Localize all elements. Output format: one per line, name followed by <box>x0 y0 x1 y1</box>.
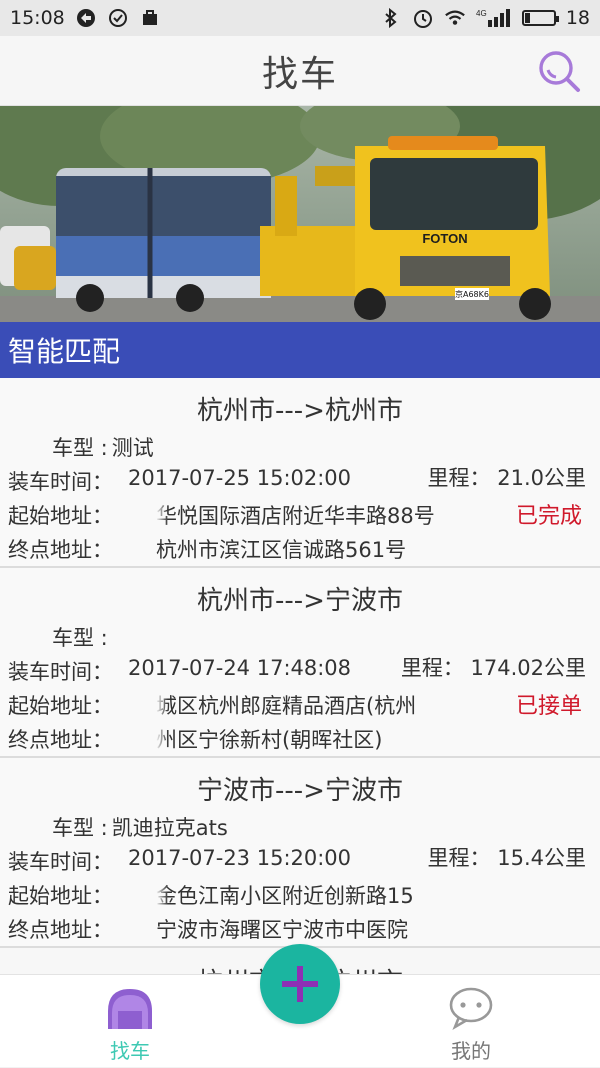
start-addr-row: 起始地址： 华悦国际酒店附近华丰路88号 <box>8 500 448 530</box>
svg-text:FOTON: FOTON <box>422 231 467 246</box>
start-addr-label: 起始地址 <box>8 884 92 908</box>
separator-colon: ： <box>469 846 491 870</box>
status-badge: 已完成 <box>515 504 582 529</box>
load-time-row: 装车时间： 2017-07-24 17:48:08 <box>8 656 351 686</box>
separator-colon: ： <box>92 694 113 718</box>
start-addr-label: 起始地址 <box>8 504 92 528</box>
separator-colon: : <box>94 436 108 460</box>
status-bar: 15:08 4G 18 <box>0 0 600 36</box>
add-button[interactable] <box>260 944 340 1024</box>
mileage-value: 15.4公里 <box>497 846 586 870</box>
load-time-value: 2017-07-23 15:20:00 <box>128 846 352 870</box>
mileage-row: 里程： 15.4公里 <box>428 842 586 872</box>
mileage-label: 里程 <box>400 656 443 680</box>
app-bar: 找车 <box>0 36 600 106</box>
end-addr-row: 终点地址： 宁波市海曙区宁波市中医院 <box>8 914 408 944</box>
banner-image[interactable]: FOTON 京A68K6 <box>0 106 600 322</box>
tab-find-label: 找车 <box>110 1039 150 1063</box>
load-time-label: 装车时间 <box>8 660 92 684</box>
load-time-label: 装车时间 <box>8 850 92 874</box>
start-addr-value: 城区杭州郎庭精品酒店(杭州 <box>156 694 417 718</box>
end-addr-value: 州区宁徐新村(朝晖社区) <box>156 728 383 752</box>
section-header-smart-match: 智能匹配 <box>0 322 600 378</box>
car-type-row: 车型 : 测试 <box>52 432 154 462</box>
end-addr-label: 终点地址 <box>8 538 92 562</box>
end-addr-row: 终点地址： 州区宁徐新村(朝晖社区) <box>8 724 448 754</box>
car-tab-icon <box>108 989 152 1029</box>
car-type-label: 车型 <box>52 626 94 650</box>
end-addr-value: 宁波市海曙区宁波市中医院 <box>156 918 408 942</box>
separator-colon: ： <box>92 884 113 908</box>
start-addr-row: 起始地址： 城区杭州郎庭精品酒店(杭州 <box>8 690 448 720</box>
car-type-value: 测试 <box>111 436 154 460</box>
order-route: 宁波市--->宁波市 <box>197 776 403 806</box>
mileage-label: 里程 <box>427 466 470 490</box>
end-addr-label: 终点地址 <box>8 918 92 942</box>
start-addr-value: 华悦国际酒店附近华丰路88号 <box>156 504 435 528</box>
check-circle-icon <box>107 7 129 29</box>
end-addr-row: 终点地址： 杭州市滨江区信诚路561号 <box>8 534 406 564</box>
load-time-value: 2017-07-25 15:02:00 <box>128 466 352 490</box>
car-type-row: 车型 : <box>52 622 112 652</box>
start-addr-label: 起始地址 <box>8 694 92 718</box>
order-route: 杭州市--->宁波市 <box>197 586 403 616</box>
start-addr-value: 金色江南小区附近创新路15 <box>156 884 414 908</box>
separator-colon: ： <box>92 504 113 528</box>
mileage-row: 里程： 21.0公里 <box>428 462 586 492</box>
separator-colon: ： <box>92 850 113 874</box>
tab-mine[interactable]: 我的 <box>411 975 531 1068</box>
separator-colon: : <box>94 816 108 840</box>
chat-bubble-icon <box>449 987 493 1031</box>
plus-icon <box>282 966 318 1002</box>
separator-colon: ： <box>92 660 113 684</box>
separator-colon: ： <box>92 918 113 942</box>
briefcase-icon <box>139 7 161 29</box>
order-route: 杭州市--->杭州市 <box>197 396 403 426</box>
load-time-label: 装车时间 <box>8 470 92 494</box>
order-card[interactable]: 宁波市--->宁波市 车型 : 凯迪拉克ats 装车时间： 2017-07-23 … <box>0 758 600 948</box>
car-type-value: 凯迪拉克ats <box>111 816 228 840</box>
mileage-value: 174.02公里 <box>470 656 586 680</box>
separator-colon: ： <box>469 466 491 490</box>
tab-mine-label: 我的 <box>451 1039 491 1063</box>
separator-colon: : <box>94 626 108 650</box>
separator-colon: ： <box>92 728 113 752</box>
status-badge: 已接单 <box>515 694 582 719</box>
page-title: 找车 <box>261 53 338 95</box>
separator-colon: ： <box>442 656 464 680</box>
car-type-label: 车型 <box>52 816 94 840</box>
license-plate: 京A68K6 <box>455 289 489 299</box>
mileage-label: 里程 <box>427 846 470 870</box>
tab-find-car[interactable]: 找车 <box>70 975 190 1068</box>
bluetooth-icon <box>380 7 402 29</box>
battery-icon <box>521 10 559 26</box>
search-icon <box>539 51 580 92</box>
wifi-icon <box>444 7 466 29</box>
load-time-row: 装车时间： 2017-07-25 15:02:00 <box>8 466 351 496</box>
order-card[interactable]: 杭州市--->宁波市 车型 : 装车时间： 2017-07-24 17:48:0… <box>0 568 600 758</box>
battery-percent: 18 <box>565 7 590 29</box>
start-addr-row: 起始地址： 金色江南小区附近创新路15 <box>8 880 448 910</box>
mileage-value: 21.0公里 <box>497 466 586 490</box>
car-type-label: 车型 <box>52 436 94 460</box>
end-addr-value: 杭州市滨江区信诚路561号 <box>156 538 407 562</box>
tow-truck-photo: FOTON 京A68K6 <box>0 106 600 322</box>
load-time-row: 装车时间： 2017-07-23 15:20:00 <box>8 846 351 876</box>
order-card[interactable]: 杭州市--->杭州市 车型 : 测试 装车时间： 2017-07-25 15:02… <box>0 378 600 568</box>
order-list[interactable]: 杭州市--->杭州市 车型 : 测试 装车时间： 2017-07-25 15:02… <box>0 378 600 974</box>
signal-icon: 4G <box>476 7 512 29</box>
sync-icon <box>75 7 97 29</box>
separator-colon: ： <box>92 470 113 494</box>
status-time: 15:08 <box>10 7 65 29</box>
load-time-value: 2017-07-24 17:48:08 <box>128 656 352 680</box>
car-type-row: 车型 : 凯迪拉克ats <box>52 812 228 842</box>
end-addr-label: 终点地址 <box>8 728 92 752</box>
search-button[interactable] <box>536 48 582 94</box>
svg-text:4G: 4G <box>476 9 487 18</box>
separator-colon: ： <box>92 538 113 562</box>
mileage-row: 里程： 174.02公里 <box>401 652 586 682</box>
alarm-icon <box>412 7 434 29</box>
